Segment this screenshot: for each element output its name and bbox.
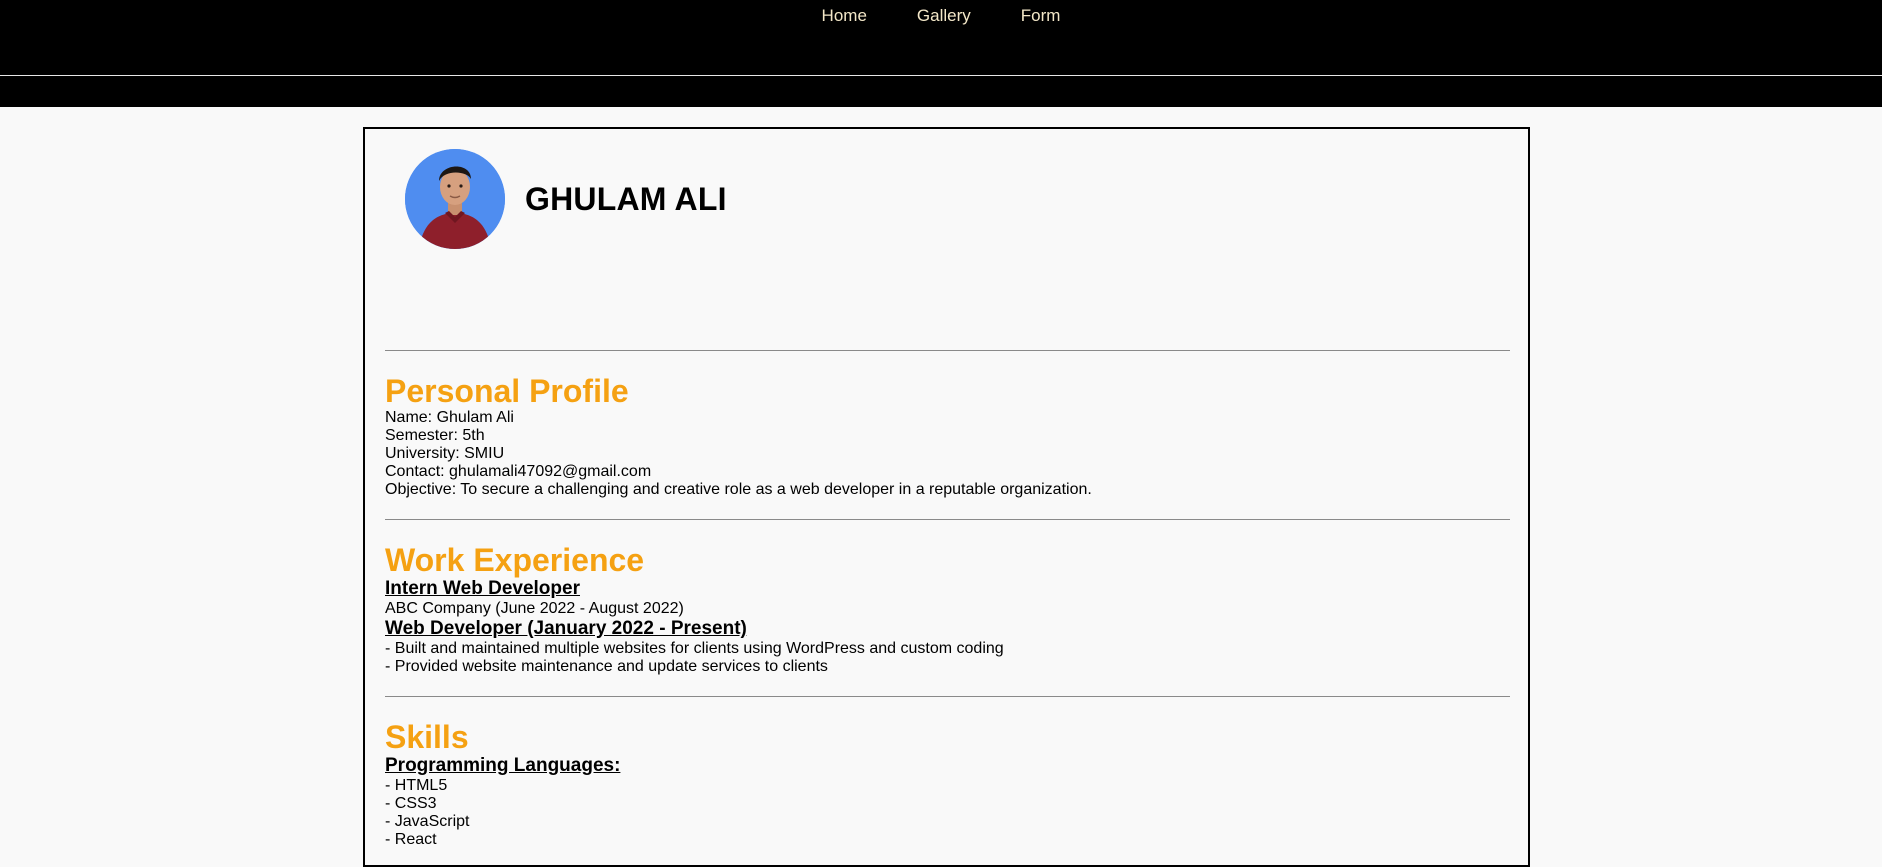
main-nav: Home Gallery Form xyxy=(0,6,1882,26)
skills-title: Skills xyxy=(385,719,469,755)
nav-divider xyxy=(0,75,1882,76)
profile-line-semester: Semester: 5th xyxy=(385,427,485,444)
job-title-web-developer: Web Developer (January 2022 - Present) xyxy=(385,618,747,639)
job-detail-intern: ABC Company (June 2022 - August 2022) xyxy=(385,600,684,617)
job-point: - Provided website maintenance and updat… xyxy=(385,658,828,675)
personal-profile-title: Personal Profile xyxy=(385,373,629,409)
top-navbar: Home Gallery Form xyxy=(0,0,1882,107)
skill-item: - CSS3 xyxy=(385,795,437,812)
section-divider xyxy=(385,696,1510,697)
profile-line-name: Name: Ghulam Ali xyxy=(385,409,514,426)
resume-card: GHULAM ALI Personal Profile Name: Ghulam… xyxy=(363,127,1530,867)
nav-gallery-link[interactable]: Gallery xyxy=(917,6,971,26)
skill-item: - JavaScript xyxy=(385,813,470,830)
profile-line-university: University: SMIU xyxy=(385,445,505,462)
avatar-image xyxy=(405,149,505,249)
resume-content: Personal Profile Name: Ghulam Ali Semest… xyxy=(385,350,1510,849)
job-point: - Built and maintained multiple websites… xyxy=(385,640,1004,657)
skills-subtitle: Programming Languages: xyxy=(385,755,621,776)
job-title-intern: Intern Web Developer xyxy=(385,578,580,599)
skill-item: - HTML5 xyxy=(385,777,448,794)
work-experience-title: Work Experience xyxy=(385,542,645,578)
profile-line-objective: Objective: To secure a challenging and c… xyxy=(385,481,1092,498)
nav-home-link[interactable]: Home xyxy=(822,6,867,26)
profile-line-contact: Contact: ghulamali47092@gmail.com xyxy=(385,463,652,480)
section-divider xyxy=(385,519,1510,520)
profile-avatar xyxy=(405,149,505,249)
profile-header: GHULAM ALI xyxy=(405,149,727,249)
section-divider xyxy=(385,350,1510,351)
profile-name: GHULAM ALI xyxy=(525,180,727,217)
nav-form-link[interactable]: Form xyxy=(1021,6,1061,26)
